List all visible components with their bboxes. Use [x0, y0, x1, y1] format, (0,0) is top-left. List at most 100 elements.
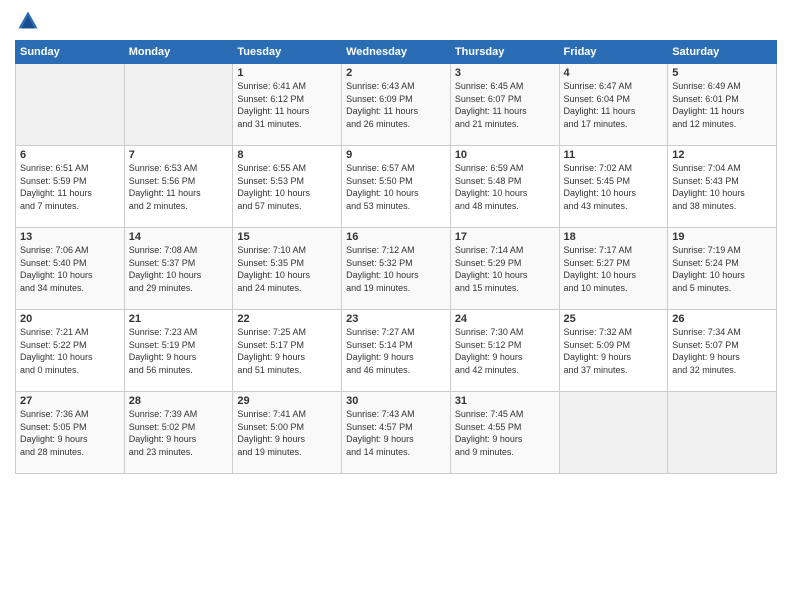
day-number: 24 [455, 313, 555, 325]
day-info: Sunrise: 7:34 AM Sunset: 5:07 PM Dayligh… [672, 326, 772, 376]
day-number: 21 [129, 313, 229, 325]
day-info: Sunrise: 7:21 AM Sunset: 5:22 PM Dayligh… [20, 326, 120, 376]
day-number: 29 [237, 395, 337, 407]
calendar-cell: 11Sunrise: 7:02 AM Sunset: 5:45 PM Dayli… [559, 146, 668, 228]
day-number: 13 [20, 231, 120, 243]
calendar-cell: 6Sunrise: 6:51 AM Sunset: 5:59 PM Daylig… [16, 146, 125, 228]
calendar-cell: 14Sunrise: 7:08 AM Sunset: 5:37 PM Dayli… [124, 228, 233, 310]
calendar-cell: 19Sunrise: 7:19 AM Sunset: 5:24 PM Dayli… [668, 228, 777, 310]
calendar-cell: 15Sunrise: 7:10 AM Sunset: 5:35 PM Dayli… [233, 228, 342, 310]
calendar-cell: 8Sunrise: 6:55 AM Sunset: 5:53 PM Daylig… [233, 146, 342, 228]
day-number: 12 [672, 149, 772, 161]
day-number: 30 [346, 395, 446, 407]
col-header-sunday: Sunday [16, 41, 125, 64]
day-info: Sunrise: 6:55 AM Sunset: 5:53 PM Dayligh… [237, 162, 337, 212]
col-header-wednesday: Wednesday [342, 41, 451, 64]
day-number: 10 [455, 149, 555, 161]
week-row-5: 27Sunrise: 7:36 AM Sunset: 5:05 PM Dayli… [16, 392, 777, 474]
day-number: 28 [129, 395, 229, 407]
col-header-saturday: Saturday [668, 41, 777, 64]
day-number: 6 [20, 149, 120, 161]
day-info: Sunrise: 6:57 AM Sunset: 5:50 PM Dayligh… [346, 162, 446, 212]
day-info: Sunrise: 6:51 AM Sunset: 5:59 PM Dayligh… [20, 162, 120, 212]
calendar-cell: 30Sunrise: 7:43 AM Sunset: 4:57 PM Dayli… [342, 392, 451, 474]
calendar-cell: 10Sunrise: 6:59 AM Sunset: 5:48 PM Dayli… [450, 146, 559, 228]
day-number: 8 [237, 149, 337, 161]
day-info: Sunrise: 7:41 AM Sunset: 5:00 PM Dayligh… [237, 408, 337, 458]
day-number: 17 [455, 231, 555, 243]
day-info: Sunrise: 7:43 AM Sunset: 4:57 PM Dayligh… [346, 408, 446, 458]
day-number: 25 [564, 313, 664, 325]
day-number: 31 [455, 395, 555, 407]
calendar-cell [668, 392, 777, 474]
day-info: Sunrise: 7:02 AM Sunset: 5:45 PM Dayligh… [564, 162, 664, 212]
calendar-cell: 13Sunrise: 7:06 AM Sunset: 5:40 PM Dayli… [16, 228, 125, 310]
day-number: 11 [564, 149, 664, 161]
day-number: 4 [564, 67, 664, 79]
day-number: 26 [672, 313, 772, 325]
day-number: 1 [237, 67, 337, 79]
header [15, 10, 777, 32]
calendar-cell: 21Sunrise: 7:23 AM Sunset: 5:19 PM Dayli… [124, 310, 233, 392]
calendar-cell: 7Sunrise: 6:53 AM Sunset: 5:56 PM Daylig… [124, 146, 233, 228]
calendar-cell: 18Sunrise: 7:17 AM Sunset: 5:27 PM Dayli… [559, 228, 668, 310]
calendar-cell: 29Sunrise: 7:41 AM Sunset: 5:00 PM Dayli… [233, 392, 342, 474]
week-row-3: 13Sunrise: 7:06 AM Sunset: 5:40 PM Dayli… [16, 228, 777, 310]
calendar-cell: 5Sunrise: 6:49 AM Sunset: 6:01 PM Daylig… [668, 64, 777, 146]
calendar-cell: 17Sunrise: 7:14 AM Sunset: 5:29 PM Dayli… [450, 228, 559, 310]
calendar-cell: 27Sunrise: 7:36 AM Sunset: 5:05 PM Dayli… [16, 392, 125, 474]
day-info: Sunrise: 7:17 AM Sunset: 5:27 PM Dayligh… [564, 244, 664, 294]
day-number: 3 [455, 67, 555, 79]
calendar-cell: 2Sunrise: 6:43 AM Sunset: 6:09 PM Daylig… [342, 64, 451, 146]
day-info: Sunrise: 7:39 AM Sunset: 5:02 PM Dayligh… [129, 408, 229, 458]
day-info: Sunrise: 6:43 AM Sunset: 6:09 PM Dayligh… [346, 80, 446, 130]
day-number: 18 [564, 231, 664, 243]
day-info: Sunrise: 6:59 AM Sunset: 5:48 PM Dayligh… [455, 162, 555, 212]
calendar-cell: 20Sunrise: 7:21 AM Sunset: 5:22 PM Dayli… [16, 310, 125, 392]
logo-icon [17, 10, 39, 32]
week-row-4: 20Sunrise: 7:21 AM Sunset: 5:22 PM Dayli… [16, 310, 777, 392]
calendar-cell: 9Sunrise: 6:57 AM Sunset: 5:50 PM Daylig… [342, 146, 451, 228]
day-info: Sunrise: 7:45 AM Sunset: 4:55 PM Dayligh… [455, 408, 555, 458]
day-number: 23 [346, 313, 446, 325]
day-info: Sunrise: 6:45 AM Sunset: 6:07 PM Dayligh… [455, 80, 555, 130]
calendar-cell: 28Sunrise: 7:39 AM Sunset: 5:02 PM Dayli… [124, 392, 233, 474]
day-info: Sunrise: 7:12 AM Sunset: 5:32 PM Dayligh… [346, 244, 446, 294]
day-number: 5 [672, 67, 772, 79]
day-number: 19 [672, 231, 772, 243]
day-info: Sunrise: 7:27 AM Sunset: 5:14 PM Dayligh… [346, 326, 446, 376]
calendar-cell: 12Sunrise: 7:04 AM Sunset: 5:43 PM Dayli… [668, 146, 777, 228]
calendar-cell: 25Sunrise: 7:32 AM Sunset: 5:09 PM Dayli… [559, 310, 668, 392]
calendar-cell [124, 64, 233, 146]
calendar-cell [16, 64, 125, 146]
day-info: Sunrise: 6:41 AM Sunset: 6:12 PM Dayligh… [237, 80, 337, 130]
calendar-cell: 24Sunrise: 7:30 AM Sunset: 5:12 PM Dayli… [450, 310, 559, 392]
week-row-1: 1Sunrise: 6:41 AM Sunset: 6:12 PM Daylig… [16, 64, 777, 146]
day-number: 15 [237, 231, 337, 243]
calendar-cell: 1Sunrise: 6:41 AM Sunset: 6:12 PM Daylig… [233, 64, 342, 146]
calendar-cell: 26Sunrise: 7:34 AM Sunset: 5:07 PM Dayli… [668, 310, 777, 392]
col-header-monday: Monday [124, 41, 233, 64]
col-header-thursday: Thursday [450, 41, 559, 64]
day-info: Sunrise: 7:25 AM Sunset: 5:17 PM Dayligh… [237, 326, 337, 376]
day-number: 14 [129, 231, 229, 243]
calendar-table: SundayMondayTuesdayWednesdayThursdayFrid… [15, 40, 777, 474]
day-info: Sunrise: 7:10 AM Sunset: 5:35 PM Dayligh… [237, 244, 337, 294]
calendar-cell: 31Sunrise: 7:45 AM Sunset: 4:55 PM Dayli… [450, 392, 559, 474]
day-info: Sunrise: 7:36 AM Sunset: 5:05 PM Dayligh… [20, 408, 120, 458]
day-info: Sunrise: 6:49 AM Sunset: 6:01 PM Dayligh… [672, 80, 772, 130]
week-row-2: 6Sunrise: 6:51 AM Sunset: 5:59 PM Daylig… [16, 146, 777, 228]
day-number: 7 [129, 149, 229, 161]
day-info: Sunrise: 7:30 AM Sunset: 5:12 PM Dayligh… [455, 326, 555, 376]
day-number: 2 [346, 67, 446, 79]
day-info: Sunrise: 7:04 AM Sunset: 5:43 PM Dayligh… [672, 162, 772, 212]
day-number: 20 [20, 313, 120, 325]
day-number: 9 [346, 149, 446, 161]
day-number: 27 [20, 395, 120, 407]
day-info: Sunrise: 6:53 AM Sunset: 5:56 PM Dayligh… [129, 162, 229, 212]
day-info: Sunrise: 7:32 AM Sunset: 5:09 PM Dayligh… [564, 326, 664, 376]
calendar-cell: 23Sunrise: 7:27 AM Sunset: 5:14 PM Dayli… [342, 310, 451, 392]
col-header-tuesday: Tuesday [233, 41, 342, 64]
day-info: Sunrise: 7:23 AM Sunset: 5:19 PM Dayligh… [129, 326, 229, 376]
calendar-cell: 22Sunrise: 7:25 AM Sunset: 5:17 PM Dayli… [233, 310, 342, 392]
